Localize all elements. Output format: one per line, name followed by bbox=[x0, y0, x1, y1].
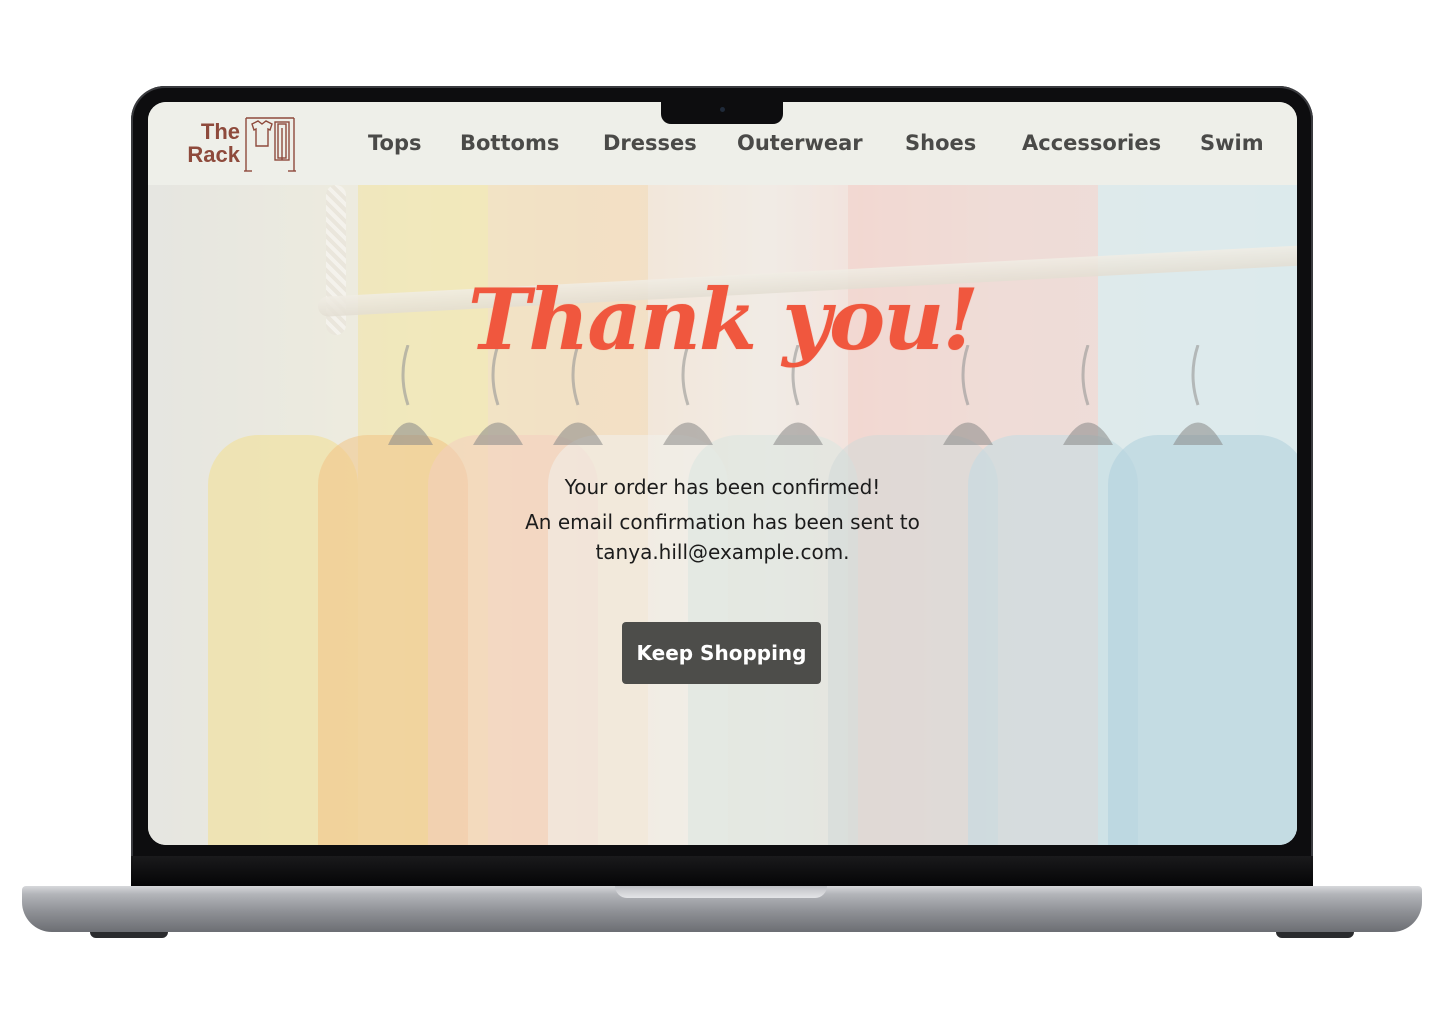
hero-background: Thank you! Your order has been confirmed… bbox=[148, 185, 1297, 845]
laptop-opening-notch bbox=[615, 886, 827, 898]
thank-you-heading: Thank you! bbox=[467, 270, 979, 369]
nav-item-shoes[interactable]: Shoes bbox=[905, 131, 976, 155]
nav-item-outerwear[interactable]: Outerwear bbox=[737, 131, 863, 155]
nav-item-accessories[interactable]: Accessories bbox=[1022, 131, 1161, 155]
nav-item-swim[interactable]: Swim bbox=[1200, 131, 1264, 155]
email-address-text: tanya.hill@example.com. bbox=[595, 540, 850, 564]
camera-icon bbox=[720, 107, 725, 112]
camera-notch bbox=[661, 102, 783, 124]
laptop-foot bbox=[1276, 932, 1354, 938]
laptop-bezel-bottom bbox=[131, 856, 1313, 886]
laptop-mockup: The Rack Tops Bottoms Dresses Outerwear … bbox=[0, 0, 1440, 1024]
screen: The Rack Tops Bottoms Dresses Outerwear … bbox=[148, 102, 1297, 845]
laptop-foot bbox=[90, 932, 168, 938]
email-sent-text: An email confirmation has been sent to bbox=[525, 510, 920, 534]
nav-item-dresses[interactable]: Dresses bbox=[603, 131, 697, 155]
nav-item-tops[interactable]: Tops bbox=[368, 131, 422, 155]
nav-item-bottoms[interactable]: Bottoms bbox=[460, 131, 559, 155]
keep-shopping-button[interactable]: Keep Shopping bbox=[622, 622, 821, 684]
order-confirmed-text: Your order has been confirmed! bbox=[564, 475, 881, 499]
